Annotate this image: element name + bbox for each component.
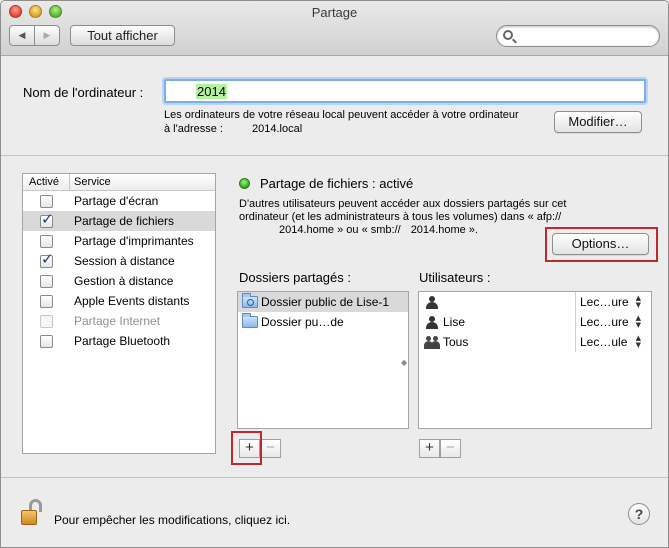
lock-message[interactable]: Pour empêcher les modifications, cliquez…	[54, 513, 290, 527]
service-row[interactable]: Partage Bluetooth	[23, 331, 215, 351]
options-highlight-box	[545, 227, 658, 262]
service-list: Activé Service Partage d'écran Partage de…	[22, 173, 216, 454]
add-user-button[interactable]: +	[419, 439, 440, 458]
computer-name-value: 2014	[196, 84, 227, 99]
service-label: Partage d'imprimantes	[74, 234, 194, 248]
nav-back-forward: ◀ ▶	[9, 25, 60, 46]
service-label: Apple Events distants	[74, 294, 190, 308]
person-icon	[426, 315, 438, 329]
permission-popup[interactable]: Lec…ule ▲ ▼	[575, 332, 645, 352]
remove-user-button[interactable]: −	[440, 439, 461, 458]
permission-label: Lec…ule	[580, 335, 628, 349]
service-label: Gestion à distance	[74, 274, 174, 288]
service-checkbox[interactable]	[40, 334, 53, 348]
service-row[interactable]: Gestion à distance	[23, 271, 215, 291]
service-checkbox[interactable]	[40, 274, 53, 288]
person-icon	[426, 295, 438, 309]
permission-label: Lec…ure	[580, 315, 629, 329]
shared-folder-row[interactable]: Dossier public de Lise-1	[238, 292, 408, 312]
user-name: Tous	[443, 335, 469, 349]
service-row[interactable]: Partage Internet	[23, 311, 215, 331]
shared-folder-row[interactable]: Dossier pu…de	[238, 312, 408, 332]
service-label: Partage Internet	[74, 314, 161, 328]
service-checkbox[interactable]	[40, 250, 54, 268]
user-row[interactable]: Tous Lec…ule ▲ ▼	[419, 332, 651, 352]
permission-label: Lec…ure	[580, 295, 629, 309]
computer-name-label: Nom de l'ordinateur :	[23, 85, 144, 100]
service-checkbox	[40, 314, 53, 328]
permission-popup[interactable]: Lec…ure ▲ ▼	[575, 292, 645, 312]
column-header-active[interactable]: Activé	[23, 174, 70, 190]
sharing-window: Partage ◀ ▶ Tout afficher Nom de l'ordin…	[0, 0, 669, 548]
service-label: Partage d'écran	[74, 194, 159, 208]
computer-name-field[interactable]: 2014	[164, 79, 646, 103]
window-title: Partage	[311, 5, 358, 20]
service-row[interactable]: Apple Events distants	[23, 291, 215, 311]
popup-arrows-icon: ▲ ▼	[635, 334, 641, 349]
user-row[interactable]: Lec…ure ▲ ▼	[419, 292, 651, 312]
add-button-highlight-box	[231, 431, 262, 465]
forward-button[interactable]: ▶	[34, 26, 59, 45]
shared-folders-label: Dossiers partagés :	[239, 270, 351, 285]
service-checkbox[interactable]	[40, 194, 53, 208]
user-row[interactable]: Lise Lec…ure ▲ ▼	[419, 312, 651, 332]
remove-shared-folder-button[interactable]: −	[260, 439, 281, 458]
service-label: Session à distance	[74, 254, 175, 268]
service-checkbox[interactable]	[40, 294, 53, 308]
popup-arrows-icon: ▲ ▼	[635, 314, 641, 329]
split-handle-icon[interactable]: ◆	[401, 358, 407, 367]
users-list: Lec…ure ▲ ▼ Lise Lec…ure ▲ ▼ Tous Lec…ule ▲ ▼	[418, 291, 652, 429]
help-button[interactable]: ?	[628, 503, 650, 525]
title-bar: Partage ◀ ▶ Tout afficher	[1, 1, 668, 56]
service-row[interactable]: Partage de fichiers	[23, 210, 215, 231]
status-indicator-icon	[239, 178, 250, 189]
column-header-service[interactable]: Service	[70, 174, 111, 190]
service-row[interactable]: Session à distance	[23, 250, 215, 271]
user-name: Lise	[443, 315, 466, 329]
search-field[interactable]	[496, 25, 660, 47]
service-label: Partage de fichiers	[74, 214, 175, 228]
divider	[1, 477, 668, 478]
service-checkbox[interactable]	[40, 210, 54, 228]
folder-icon	[242, 313, 258, 328]
service-label: Partage Bluetooth	[74, 334, 171, 348]
divider	[1, 155, 668, 156]
lock-icon[interactable]	[21, 499, 45, 527]
service-row[interactable]: Partage d'imprimantes	[23, 231, 215, 251]
shared-folder-name: Dossier pu…de	[261, 315, 344, 329]
permission-popup[interactable]: Lec…ure ▲ ▼	[575, 312, 645, 332]
users-label: Utilisateurs :	[419, 270, 491, 285]
shared-folders-list: Dossier public de Lise-1 Dossier pu…de	[237, 291, 409, 429]
modify-button[interactable]: Modifier…	[554, 111, 642, 133]
back-button[interactable]: ◀	[10, 26, 34, 45]
service-list-header: Activé Service	[23, 174, 215, 191]
computer-address-description: Les ordinateurs de votre réseau local pe…	[164, 109, 519, 135]
service-row[interactable]: Partage d'écran	[23, 191, 215, 211]
file-sharing-status: Partage de fichiers : activé	[260, 176, 414, 191]
computer-address: 2014.local	[252, 123, 303, 135]
public-folder-icon	[242, 293, 258, 308]
service-checkbox[interactable]	[40, 234, 53, 248]
show-all-button[interactable]: Tout afficher	[70, 25, 175, 46]
shared-folder-name: Dossier public de Lise-1	[261, 295, 390, 309]
popup-arrows-icon: ▲ ▼	[635, 294, 641, 309]
group-icon	[424, 335, 440, 349]
search-icon	[503, 30, 513, 40]
